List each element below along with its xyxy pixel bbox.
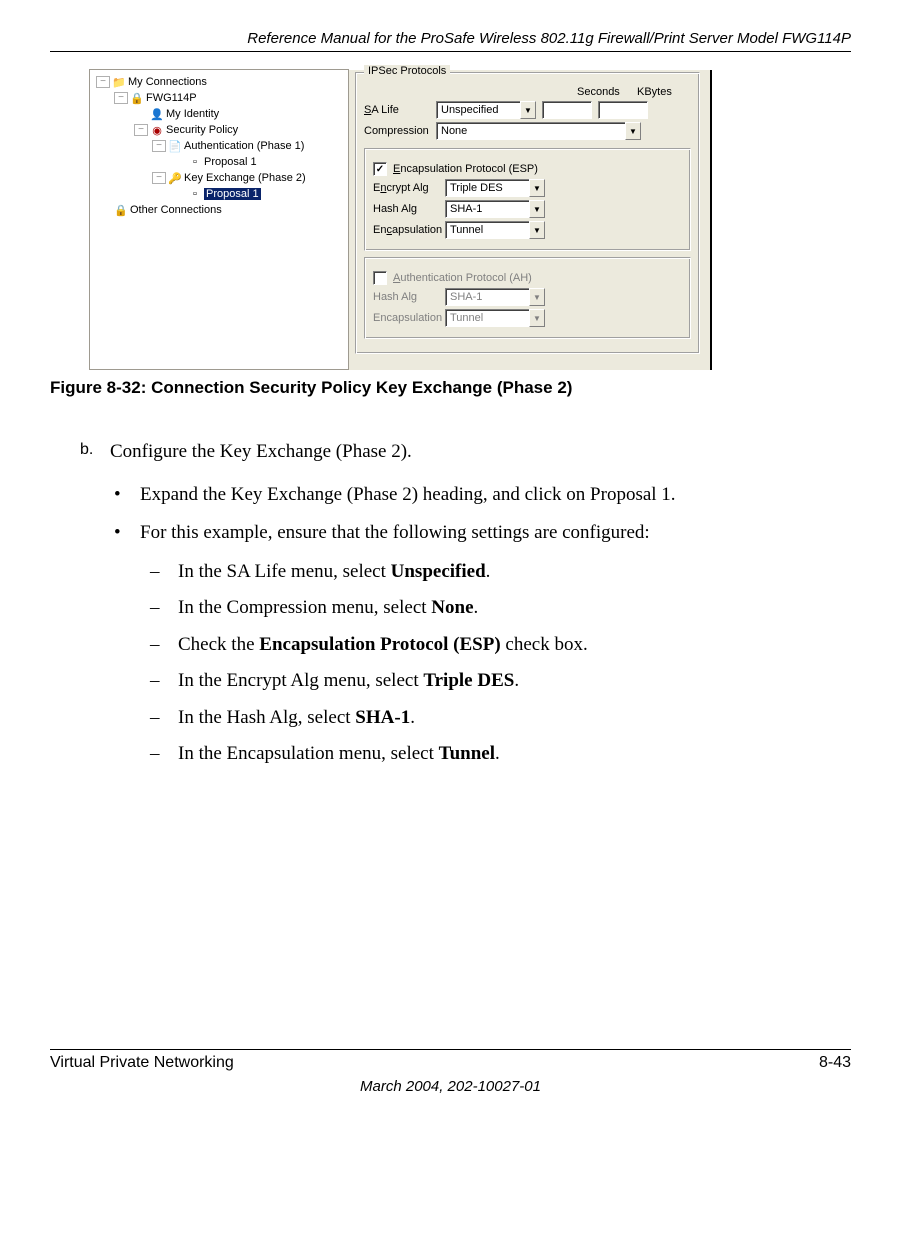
collapse-icon[interactable]: −	[152, 172, 166, 184]
encrypt-alg-label: Encrypt Alg	[373, 182, 445, 194]
bullet-text: For this example, ensure that the follow…	[140, 519, 650, 548]
kbytes-header: KBytes	[637, 86, 691, 98]
chevron-down-icon[interactable]: ▼	[529, 200, 545, 218]
footer-date: March 2004, 202-10027-01	[50, 1078, 851, 1095]
tree-auth[interactable]: Authentication (Phase 1)	[184, 140, 304, 152]
ipsec-group-title: IPSec Protocols	[364, 65, 450, 77]
encapsulation-dropdown[interactable]: Tunnel	[445, 221, 530, 239]
tree-key-proposal-selected[interactable]: Proposal 1	[204, 188, 261, 200]
tree-identity[interactable]: My Identity	[166, 108, 219, 120]
tree-conn[interactable]: FWG114P	[146, 92, 197, 104]
ah-encap-dropdown: Tunnel	[445, 309, 530, 327]
esp-group: ✓ Encapsulation Protocol (ESP) Encrypt A…	[364, 148, 691, 251]
sa-life-dropdown[interactable]: Unspecified	[436, 101, 521, 119]
folder-icon: 📁	[112, 76, 126, 89]
ah-hash-dropdown: SHA-1	[445, 288, 530, 306]
footer-page-number: 8-43	[819, 1054, 851, 1072]
step-letter: b.	[80, 438, 110, 467]
dash-text: In the Compression menu, select None.	[178, 594, 478, 623]
dash-icon: –	[150, 704, 178, 733]
policy-icon: ◉	[150, 124, 164, 137]
chevron-down-icon[interactable]: ▼	[529, 221, 545, 239]
hash-alg-label: Hash Alg	[373, 203, 445, 215]
ipsec-group: IPSec Protocols Seconds KBytes SA Life U…	[355, 72, 700, 354]
dash-text: In the Hash Alg, select SHA-1.	[178, 704, 415, 733]
dash-icon: –	[150, 594, 178, 623]
chevron-down-icon: ▼	[529, 288, 545, 306]
bullet-text: Expand the Key Exchange (Phase 2) headin…	[140, 481, 676, 510]
collapse-icon[interactable]: −	[96, 76, 110, 88]
collapse-icon[interactable]: −	[114, 92, 128, 104]
esp-label: Encapsulation Protocol (ESP)	[393, 163, 538, 175]
encrypt-alg-dropdown[interactable]: Triple DES	[445, 179, 530, 197]
seconds-header: Seconds	[577, 86, 631, 98]
tree-other-connections[interactable]: Other Connections	[130, 204, 222, 216]
screenshot-panel: − 📁 My Connections − 🔒 FWG114P 👤 My Iden…	[90, 70, 712, 370]
page-footer: Virtual Private Networking 8-43 March 20…	[50, 1049, 851, 1095]
figure: − 📁 My Connections − 🔒 FWG114P 👤 My Iden…	[50, 70, 851, 398]
chevron-down-icon[interactable]: ▼	[529, 179, 545, 197]
ah-checkbox[interactable]	[373, 271, 387, 285]
key-icon: 🔑	[168, 172, 182, 185]
lock-icon: 🔒	[114, 204, 128, 217]
identity-icon: 👤	[150, 108, 164, 121]
dash-text: In the SA Life menu, select Unspecified.	[178, 558, 490, 587]
hash-alg-dropdown[interactable]: SHA-1	[445, 200, 530, 218]
figure-caption: Figure 8-32: Connection Security Policy …	[50, 378, 851, 398]
dash-icon: –	[150, 667, 178, 696]
tree-policy[interactable]: Security Policy	[166, 124, 238, 136]
body-content: b. Configure the Key Exchange (Phase 2).…	[50, 438, 851, 769]
sa-life-label: SA Life	[364, 104, 436, 116]
tree-key-exchange[interactable]: Key Exchange (Phase 2)	[184, 172, 306, 184]
bullet-icon: •	[114, 481, 140, 510]
bullet-icon: •	[114, 519, 140, 548]
lock-icon: 🔒	[130, 92, 144, 105]
collapse-icon[interactable]: −	[152, 140, 166, 152]
dash-icon: –	[150, 740, 178, 769]
page-header: Reference Manual for the ProSafe Wireles…	[50, 30, 851, 52]
ah-label: Authentication Protocol (AH)	[393, 272, 532, 284]
chevron-down-icon[interactable]: ▼	[625, 122, 641, 140]
collapse-icon[interactable]: −	[134, 124, 148, 136]
settings-panel: IPSec Protocols Seconds KBytes SA Life U…	[349, 70, 710, 370]
esp-checkbox[interactable]: ✓	[373, 162, 387, 176]
dash-text: In the Encrypt Alg menu, select Triple D…	[178, 667, 519, 696]
compression-dropdown[interactable]: None	[436, 122, 626, 140]
ah-hash-label: Hash Alg	[373, 291, 445, 303]
ah-group: Authentication Protocol (AH) Hash Alg SH…	[364, 257, 691, 339]
step-text: Configure the Key Exchange (Phase 2).	[110, 438, 412, 467]
proposal-icon: ▫	[188, 156, 202, 168]
tree-root: My Connections	[128, 76, 207, 88]
chevron-down-icon[interactable]: ▼	[520, 101, 536, 119]
ah-encap-label: Encapsulation	[373, 312, 445, 324]
seconds-input[interactable]	[542, 101, 592, 119]
tree-panel: − 📁 My Connections − 🔒 FWG114P 👤 My Iden…	[89, 69, 349, 370]
tree-auth-proposal[interactable]: Proposal 1	[204, 156, 257, 168]
kbytes-input[interactable]	[598, 101, 648, 119]
footer-section: Virtual Private Networking	[50, 1054, 234, 1072]
dash-text: In the Encapsulation menu, select Tunnel…	[178, 740, 500, 769]
dash-icon: –	[150, 631, 178, 660]
proposal-icon: ▫	[188, 188, 202, 200]
dash-icon: –	[150, 558, 178, 587]
auth-icon: 📄	[168, 140, 182, 153]
dash-text: Check the Encapsulation Protocol (ESP) c…	[178, 631, 588, 660]
compression-label: Compression	[364, 125, 436, 137]
encapsulation-label: Encapsulation	[373, 224, 445, 236]
chevron-down-icon: ▼	[529, 309, 545, 327]
